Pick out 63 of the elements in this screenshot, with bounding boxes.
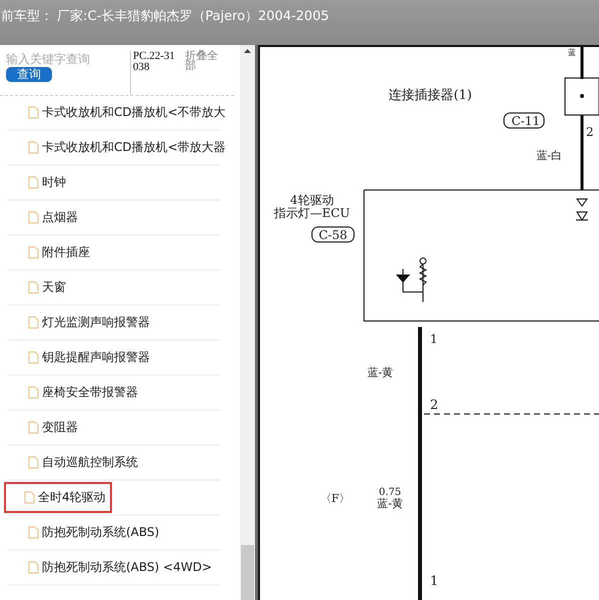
tree-item-label: 防抱死制动系统(ABS) <4WD> [42,559,212,576]
diagram-label: 1 [430,332,438,346]
collapse-all-button[interactable]: 折叠全部 [185,51,225,71]
tree-item[interactable]: 自动巡航控制系统 [8,447,144,478]
file-icon [28,141,39,154]
tree-item[interactable]: 全时4轮驱动 [4,482,112,513]
diagram-label: 连接插接器(1) [388,88,472,103]
file-icon [28,281,39,294]
tree-item-label: 点烟器 [42,209,78,226]
tree-item[interactable]: 灯光监测声响报警器 [8,307,156,338]
diagram-label: 4轮驱动 [290,193,334,207]
diagram-label: 0.75 [378,487,402,498]
tree-item-label: 钥匙提醒声响报警器 [42,349,150,366]
tree-item-label: 灯光监测声响报警器 [42,314,150,331]
tree-item[interactable]: 卡式收放机和CD播放机<带放大器 [8,132,232,163]
file-icon [28,351,39,364]
diagram-label: 2 [586,125,594,139]
tree-item-label: 卡式收放机和CD播放机<带放大器 [42,139,226,156]
tree-item[interactable]: 附件插座 [8,237,96,268]
window-title: 前车型： 厂家:C-长丰猎豹帕杰罗（Pajero）2004-2005 [1,8,329,25]
scrollbar-thumb[interactable] [241,545,254,600]
diagram-label: 指示灯—ECU [274,206,350,220]
file-icon [24,491,35,504]
tree-item-label: 全时4轮驱动 [38,489,106,506]
diagram-label: C-11 [511,114,540,128]
search-button[interactable]: 查询 [6,67,52,82]
search-field[interactable]: 输入关键字查询 [6,51,122,67]
tree-item-label: 自动巡航控制系统 [42,454,138,471]
diagram-label: C-58 [318,228,348,242]
tree-item[interactable]: 天窗 [8,272,72,303]
diagram-label: 〈F〉 [320,492,350,505]
tree-item[interactable]: 钥匙提醒声响报警器 [8,342,156,373]
tree-item[interactable]: 座椅安全带报警器 [8,377,144,408]
file-icon [28,246,39,259]
diagram-label: 1 [430,574,438,589]
file-icon [28,386,39,399]
tree-item-label: 卡式收放机和CD播放机<不带放大 [42,104,226,121]
file-icon [28,176,39,189]
tree-item-label: 天窗 [42,279,66,296]
file-icon [28,526,39,539]
tree-item-label: 防抱死制动系统(ABS) [42,524,160,541]
tree-item[interactable]: 防抱死制动系统(ABS) [8,517,166,548]
document-code: PC.22-31038 [130,51,179,95]
tree-item[interactable]: 卡式收放机和CD播放机<不带放大 [8,97,232,128]
tree-item-label: 时钟 [42,174,66,191]
tree-item[interactable]: 防抱死制动系统(ABS) <4WD> [8,552,218,583]
diagram-label: 蓝-黄 [377,497,403,510]
file-icon [28,106,39,119]
tree-item[interactable]: 变阻器 [8,412,84,443]
file-icon [28,456,39,469]
diagram-label: 2 [430,398,438,413]
file-icon [28,316,39,329]
tree-item[interactable]: 点烟器 [8,202,84,233]
tree-item-label: 附件插座 [42,244,90,261]
file-icon [28,211,39,224]
tree-item-label: 变阻器 [42,419,78,436]
diagram-label: 蓝-白 [536,149,562,162]
file-icon [28,561,39,574]
diagram-label: 蓝 [568,48,576,57]
file-icon [28,421,39,434]
diagram-label: 蓝-黄 [367,366,393,379]
tree-item[interactable]: 时钟 [8,167,72,198]
tree-item-label: 座椅安全带报警器 [42,384,138,401]
